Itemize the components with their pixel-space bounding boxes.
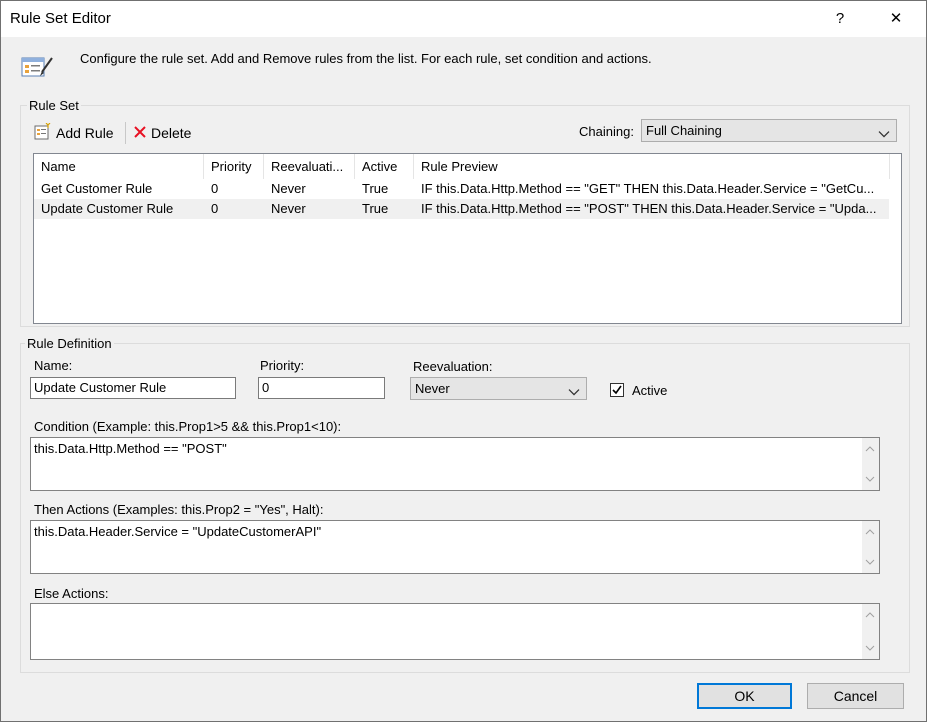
rule-definition-group-label: Rule Definition (25, 336, 114, 351)
active-checkbox[interactable] (610, 383, 624, 397)
scroll-down-icon[interactable] (865, 476, 875, 482)
else-actions-textarea[interactable] (30, 603, 880, 660)
active-label: Active (632, 383, 668, 398)
column-header-name[interactable]: Name (34, 154, 204, 179)
cell-reevaluation: Never (271, 181, 306, 196)
reevaluation-value: Never (415, 381, 450, 396)
toolbar-separator (125, 122, 126, 144)
rules-list-header: Name Priority Reevaluati... Active Rule … (34, 154, 901, 179)
chevron-down-icon (878, 126, 890, 138)
checkmark-icon (612, 385, 622, 395)
reevaluation-select[interactable]: Never (410, 377, 587, 400)
chaining-label: Chaining: (579, 124, 634, 139)
column-header-reevaluation[interactable]: Reevaluati... (264, 154, 355, 179)
scroll-down-icon[interactable] (865, 645, 875, 651)
window-title: Rule Set Editor (10, 10, 111, 27)
scroll-up-icon[interactable] (865, 529, 875, 535)
condition-textarea[interactable]: this.Data.Http.Method == "POST" (30, 437, 880, 491)
condition-value: this.Data.Http.Method == "POST" (34, 441, 227, 456)
delete-button[interactable]: Delete (133, 122, 191, 144)
then-actions-scrollbar[interactable] (862, 521, 879, 573)
title-bar: Rule Set Editor ? ✕ (0, 0, 927, 38)
else-actions-scrollbar[interactable] (862, 604, 879, 659)
ok-button[interactable]: OK (697, 683, 792, 709)
table-row-selected[interactable]: Update Customer Rule 0 Never True IF thi… (34, 199, 889, 219)
scroll-down-icon[interactable] (865, 559, 875, 565)
cell-priority: 0 (211, 181, 219, 196)
then-actions-value: this.Data.Header.Service = "UpdateCustom… (34, 524, 322, 539)
cell-rule-preview: IF this.Data.Http.Method == "GET" THEN t… (421, 181, 875, 196)
cell-name: Get Customer Rule (41, 181, 153, 196)
close-button[interactable]: ✕ (876, 6, 916, 32)
cancel-button[interactable]: Cancel (807, 683, 904, 709)
add-rule-label: Add Rule (56, 125, 114, 141)
add-rule-icon (34, 122, 52, 144)
then-actions-label: Then Actions (Examples: this.Prop2 = "Ye… (34, 502, 324, 517)
table-row[interactable]: Get Customer Rule 0 Never True IF this.D… (34, 179, 889, 199)
reevaluation-label: Reevaluation: (413, 359, 493, 374)
help-button[interactable]: ? (820, 6, 860, 32)
chevron-down-icon (568, 384, 580, 396)
header-description: Configure the rule set. Add and Remove r… (80, 51, 652, 66)
column-header-rule-preview[interactable]: Rule Preview (414, 154, 890, 179)
rules-list[interactable]: Name Priority Reevaluati... Active Rule … (33, 153, 902, 324)
scroll-up-icon[interactable] (865, 446, 875, 452)
rule-set-editor-icon (20, 52, 54, 82)
chaining-value: Full Chaining (646, 123, 722, 138)
priority-input[interactable]: 0 (258, 377, 385, 399)
priority-label: Priority: (260, 358, 305, 373)
add-rule-button[interactable]: Add Rule (34, 122, 114, 144)
rule-set-group-label: Rule Set (27, 98, 81, 113)
condition-label: Condition (Example: this.Prop1>5 && this… (34, 419, 342, 434)
column-header-active[interactable]: Active (355, 154, 414, 179)
delete-label: Delete (151, 125, 192, 141)
else-actions-label: Else Actions: (34, 586, 109, 601)
name-label: Name: (34, 358, 73, 373)
cell-priority: 0 (211, 201, 219, 216)
chaining-select[interactable]: Full Chaining (641, 119, 897, 142)
condition-scrollbar[interactable] (862, 438, 879, 490)
then-actions-textarea[interactable]: this.Data.Header.Service = "UpdateCustom… (30, 520, 880, 574)
column-header-priority[interactable]: Priority (204, 154, 264, 179)
scroll-up-icon[interactable] (865, 612, 875, 618)
cell-active: True (362, 201, 389, 216)
delete-icon (133, 125, 147, 142)
name-input[interactable]: Update Customer Rule (30, 377, 236, 399)
cell-name: Update Customer Rule (41, 201, 174, 216)
cell-rule-preview: IF this.Data.Http.Method == "POST" THEN … (421, 201, 877, 216)
cell-active: True (362, 181, 389, 196)
cell-reevaluation: Never (271, 201, 306, 216)
